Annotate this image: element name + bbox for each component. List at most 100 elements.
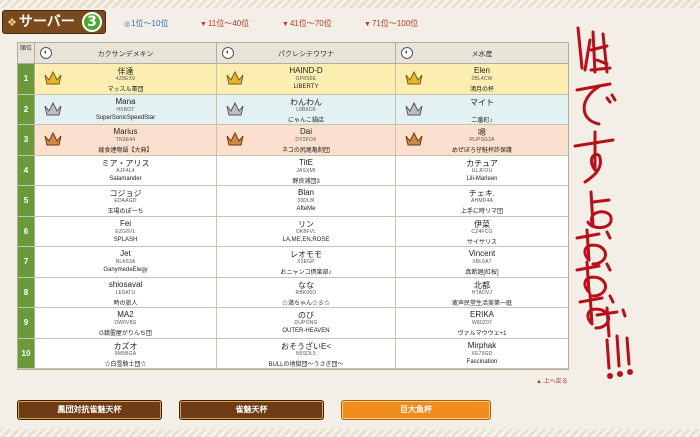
table-row: 3 Marius TN3E44 綾食連物語【大典】 Dai DY2FOX ネコの尻尾亀制団嗯… [18,125,568,156]
server-title-label: サーバー [18,14,75,30]
player-cell[interactable]: Dai DY2FOX ネコの尻尾亀制団 [217,125,396,155]
player-name: Marius [113,127,138,136]
player-cell[interactable]: Blan 33DL8I AfteMe [217,186,396,216]
player-guild: おニャンコ倶楽部♪ [280,270,332,276]
circle-arrow-icon: ◎ [124,21,131,28]
nav-rank-1-10[interactable]: ◎1位〜10位 [124,18,168,29]
player-cell[interactable]: 伊菜 CZ4FCG サイサリス [396,217,568,247]
player-cell[interactable]: リン OK8FVL LA,ME,EN,ROSE [217,216,396,246]
player-id: 9M5BGA [114,350,137,357]
player-name: マイト [470,97,494,107]
down-arrow-icon: ▼ [364,21,371,28]
player-guild: Fascination [466,358,498,365]
player-cell[interactable]: わんわん L6B6O9 にゃんこ鍋店 [217,94,396,124]
player-cell[interactable]: Mirphak XE79GD Fascination [396,339,568,369]
player-name: Blan [297,188,314,197]
player-cell[interactable]: Marius TN3E44 綾食連物語【大典】 [35,125,217,155]
player-guild: 鴻月の杯 [469,87,494,93]
nav-rank-41-70[interactable]: ▼41位〜70位 [282,18,332,29]
diamond-icon: ❖ [7,16,17,29]
player-cell[interactable]: MA2 DW0V8G G鎮霊屋がりんち団 [35,308,217,338]
player-guild: SuperSonicSpeedStar [95,114,156,121]
player-id: AJF4L4 [116,167,135,174]
rank-column-header: 順位 [18,43,35,64]
rank-cell: 9 [18,308,35,338]
table-row: 8 shiosaval LE8ATU 時の旅人 なな RBK06O ☆満ちゃん☆彡☆ 北都 HT… [18,277,568,308]
player-cell[interactable]: 嗯 RUPSG3A めぜぼろ仔鮭杯詐保護 [396,125,568,155]
player-guild: 綾食連物語【大典】 [98,148,153,154]
player-id: W80Z07 [471,320,493,326]
player-cell[interactable]: HAIND-D GP8S6E LIBERTY [217,64,396,94]
nav-rank-11-40[interactable]: ▼11位〜40位 [200,18,249,29]
player-cell[interactable]: Elen 2BL4CW 鴻月の杯 [396,64,568,94]
player-name: MA2 [117,310,134,319]
player-guild: 野良浦団3 [292,178,320,185]
tab-jankiten-cup[interactable]: 雀魅天杯 [179,400,324,420]
back-to-top-link[interactable]: ▲ 上へ戻る [536,376,568,385]
player-guild: 上手に時リマ団 [460,209,503,215]
player-name: shiosaval [108,279,143,289]
player-cell[interactable]: ミア・アリス AJF4L4 Salamander [35,155,217,185]
player-id: XBL6A7 [472,259,492,265]
player-id: RBK06O [295,289,317,296]
player-cell[interactable]: おそうざいE< N5SDL5 BULLの地獄団〜うさぎ団〜 [217,338,396,368]
player-guild: OUTER-HEAVEN [282,328,330,334]
player-guild: 二番町♪ [471,117,493,124]
table-row: 1 伴達 4Z8EX9 マッスル軍団 HAIND-D GP8S6E LIBERTY Elen 2… [18,64,568,95]
handwritten-annotation [573,26,633,379]
player-id: X2EGP [297,259,315,265]
player-cell[interactable]: のび DUPONG OUTER-HEAVEN [217,308,396,338]
tab-giant-fish-cup[interactable]: 巨大魚杯 [341,400,491,420]
player-guild: マッスル軍団 [107,87,144,93]
player-id: DW0V8G [114,320,137,326]
player-cell[interactable]: TitE JASXMI 野良浦団3 [217,155,396,185]
rank-cell: 7 [18,247,35,277]
player-guild: 疲声民堂生活美第一庭 [451,300,512,307]
down-arrow-icon: ▼ [282,21,289,28]
player-cell[interactable]: チェキ. AHMD4A 上手に時リマ団 [396,186,568,216]
player-id: HTADVJ [471,289,493,296]
player-cell[interactable]: カチュア ULJFOU Lili-Marleen [396,156,568,186]
table-header: 順位 ◐ カクサンデメキン ◐ パクレシテウワナ ◐ メ水産 [18,43,568,64]
player-guild: SPLASH [113,236,138,243]
player-guild: G鎮霊屋がりんち団 [99,331,152,337]
player-cell[interactable]: Fei EZG6VL SPLASH [35,216,217,246]
rank-cell: 2 [18,94,35,124]
player-name: Vincent [468,249,496,258]
player-id: TN3E44 [115,137,136,143]
player-name: Jet [120,249,131,258]
player-cell[interactable]: Jet RLK63A GanymedeElegy [35,247,217,277]
player-id: GP8S6E [295,76,317,82]
player-cell[interactable]: ERIKA W80Z07 ヴァルマウウェ+1 [396,308,568,338]
player-cell[interactable]: レオモモ X2EGP おニャンコ倶楽部♪ [217,247,396,277]
table-row: 10 カズオ 9M5BGA ☆白雪騎士団☆ おそうざいE< N5SDL5 BULLの地獄団〜… [18,338,568,369]
player-cell[interactable]: カズオ 9M5BGA ☆白雪騎士団☆ [35,338,217,368]
rank-cell: 5 [18,186,35,216]
player-name: ERIKA [469,310,494,319]
player-cell[interactable]: コジョジ EDAAGD 玉場のぽーち [35,186,217,216]
player-name: Fei [119,218,132,228]
player-cell[interactable]: なな RBK06O ☆満ちゃん☆彡☆ [217,277,396,307]
tab-guild-cup[interactable]: 鳳団対抗雀魅天杯 [17,400,162,420]
player-guild: Salamander [109,175,142,182]
player-id: RLK63A [115,259,136,265]
player-cell[interactable]: 北都 HTADVJ 疲声民堂生活美第一庭 [396,278,568,308]
player-cell[interactable]: Mana HXBOT SuperSonicSpeedStar [35,94,217,124]
nav-rank-71-100[interactable]: ▼71位〜100位 [364,18,418,29]
player-id: XE79GD [471,350,493,357]
rank-cell: 4 [18,155,35,185]
player-cell[interactable]: 伴達 4Z8EX9 マッスル軍団 [35,64,217,94]
player-guild: ヴァルマウウェ+1 [457,331,507,337]
player-guild: ネコの尻尾亀制団 [282,148,330,154]
server-title: ❖ サーバー 3 [2,10,106,34]
player-cell[interactable]: Vincent XBL6A7 真断廻[紅桜] [396,247,568,277]
server-number-badge: 3 [82,12,102,32]
player-id: RUPSG3A [469,137,495,143]
player-cell[interactable]: shiosaval LE8ATU 時の旅人 [35,277,217,307]
rank-cell: 1 [18,64,35,94]
player-guild: BULLの地獄団〜うさぎ団〜 [268,361,344,368]
player-cell[interactable]: マイト二番町♪ [396,95,568,125]
top-decoration [0,0,700,8]
player-guild: 真断廻[紅桜] [465,270,499,276]
table-row: 9 MA2 DW0V8G G鎮霊屋がりんち団 のび DUPONG OUTER-HEAVEN E… [18,308,568,339]
